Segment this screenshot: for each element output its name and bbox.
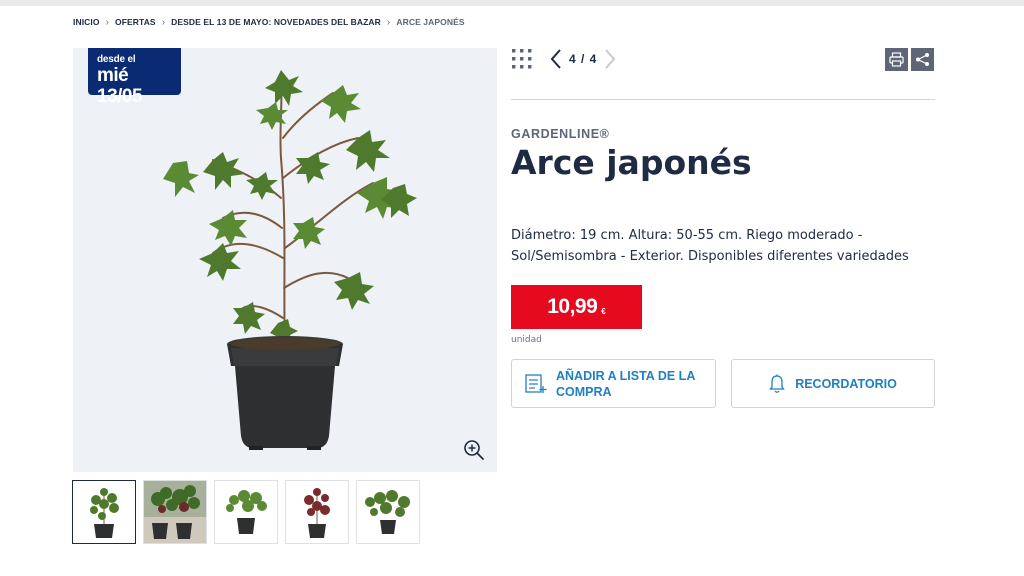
top-bar: [0, 0, 1024, 6]
shopping-list-label: AÑADIR A LISTA DE LA COMPRA: [556, 368, 695, 399]
description-line-1: Diámetro: 19 cm. Altura: 50-55 cm. Riego…: [511, 228, 863, 243]
price-amount: 10,99: [547, 295, 598, 318]
product-title: Arce japonés: [511, 143, 752, 182]
product-description: Diámetro: 19 cm. Altura: 50-55 cm. Riego…: [511, 225, 941, 267]
bell-icon: [769, 374, 785, 393]
badge-line2: mié 13/05: [97, 65, 143, 107]
breadcrumb: INICIO › OFERTAS › DESDE EL 13 DE MAYO: …: [73, 15, 465, 29]
thumbnail-1[interactable]: [72, 480, 136, 544]
price-currency: €: [601, 306, 606, 316]
chevron-left-icon[interactable]: [549, 48, 563, 70]
price-unit: unidad: [511, 335, 542, 345]
breadcrumb-bazar[interactable]: DESDE EL 13 DE MAYO: NOVEDADES DEL BAZAR: [171, 17, 381, 27]
reminder-button[interactable]: RECORDATORIO: [731, 359, 935, 408]
breadcrumb-offers[interactable]: OFERTAS: [115, 17, 156, 27]
zoom-in-icon[interactable]: [463, 439, 485, 461]
japanese-maple-image: [163, 70, 417, 450]
plant-thumbnail-image: [365, 490, 410, 534]
share-icon: [916, 53, 929, 66]
description-line-2: Sol/Semisombra - Exterior. Disponibles d…: [511, 249, 909, 264]
breadcrumb-home[interactable]: INICIO: [73, 17, 100, 27]
action-icons: [885, 48, 934, 71]
product-main-image[interactable]: desde el mié 13/05: [73, 48, 497, 472]
breadcrumb-separator-icon: ›: [161, 16, 166, 28]
thumbnail-4[interactable]: [285, 480, 349, 544]
gallery-nav: 4 / 4: [511, 48, 617, 70]
print-icon: [889, 52, 904, 67]
price-box: 10,99 €: [511, 285, 642, 329]
divider: [511, 99, 935, 100]
plants-outdoor-thumbnail-image: [144, 481, 206, 543]
breadcrumb-current: ARCE JAPONÉS: [396, 17, 465, 27]
plant-thumbnail-image: [90, 488, 119, 538]
thumbnail-5[interactable]: [356, 480, 420, 544]
add-to-shopping-list-button[interactable]: AÑADIR A LISTA DE LA COMPRA: [511, 359, 716, 408]
date-badge: desde el mié 13/05: [88, 48, 181, 107]
red-maple-thumbnail-image: [304, 488, 330, 538]
thumbnail-2[interactable]: [143, 480, 207, 544]
print-button[interactable]: [885, 48, 908, 71]
thumbnail-3[interactable]: [214, 480, 278, 544]
list-add-icon: [525, 373, 547, 393]
breadcrumb-separator-icon: ›: [105, 16, 110, 28]
product-brand: GARDENLINE®: [511, 127, 610, 141]
reminder-label: RECORDATORIO: [795, 376, 897, 391]
gallery-counter: 4 / 4: [569, 52, 598, 66]
badge-line1: desde el: [97, 54, 136, 65]
share-button[interactable]: [911, 48, 934, 71]
grid-icon[interactable]: [511, 48, 533, 70]
breadcrumb-separator-icon: ›: [386, 16, 391, 28]
plant-thumbnail-image: [226, 490, 267, 534]
thumbnail-strip: [72, 480, 420, 544]
chevron-right-icon[interactable]: [603, 48, 617, 70]
